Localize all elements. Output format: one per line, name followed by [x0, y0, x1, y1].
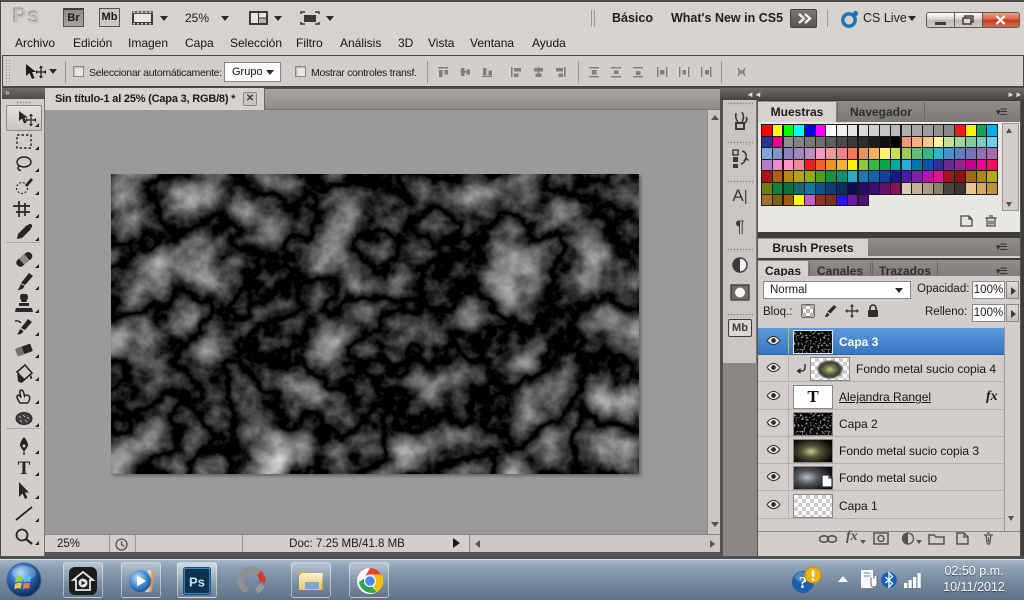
svg-text:T: T	[18, 458, 31, 478]
svg-text:Ps: Ps	[189, 575, 205, 590]
